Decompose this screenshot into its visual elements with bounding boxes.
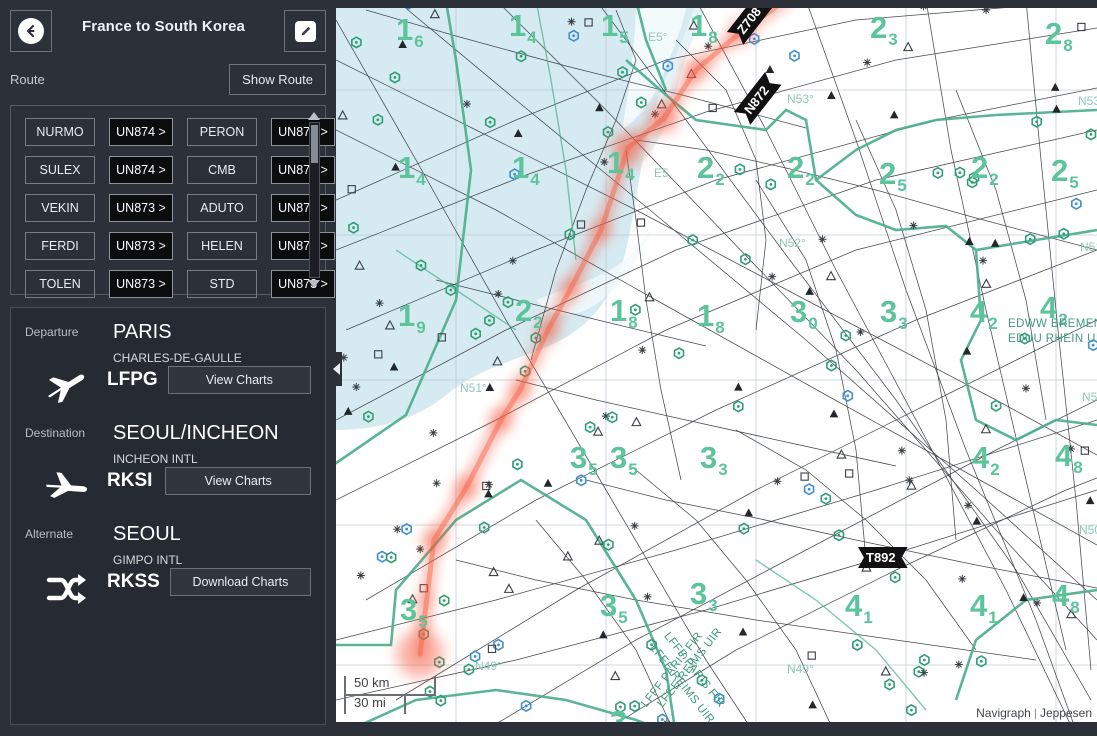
map-attribution: Navigraph | Jeppesen [976,706,1092,720]
route-bar: Route Show Route [0,52,336,101]
airport-block-departure: Departure PARIS CHARLES-DE-GAULLE LFPG V… [25,322,311,409]
airport-role-label: Departure [25,325,79,339]
scroll-up-icon[interactable] [308,112,320,120]
waypoint-chip[interactable]: FERDI [25,232,95,260]
route-waypoint-panel: NURMO UN874 > PERON UN874 > SULEX UN874 … [10,105,335,298]
airway-chip[interactable]: UN874 > [109,118,173,146]
attribution-provider: Navigraph [976,706,1031,720]
enroute-chart-map[interactable]: 16 14 15 18 23 28 14 14 14 22 22 25 22 25 19 22 18 18 30 33… [336,0,1097,736]
map-bottom-mask [336,722,1097,736]
airway-chip[interactable]: UN874 > [271,156,335,184]
chevron-left-icon [332,363,340,375]
airway-chip[interactable]: UN874 > [109,156,173,184]
waypoint-chip[interactable]: VEKIN [25,194,95,222]
airport-role-label: Destination [25,426,86,440]
download-charts-button-alternate[interactable]: Download Charts [169,568,311,596]
airway-chip[interactable]: UN873 > [109,232,173,260]
airway-chip[interactable]: UN873 > [109,270,173,298]
airport-name: CHARLES-DE-GAULLE [113,351,242,365]
map-top-mask [336,0,1097,8]
back-button[interactable] [10,10,52,52]
airport-city: SEOUL [113,523,181,545]
airway-chip[interactable]: UN873 > [271,270,335,298]
waypoint-chip[interactable]: NURMO [25,118,95,146]
plane-arrival-icon [25,466,107,510]
back-arrow-icon [18,18,44,44]
airport-city: PARIS [113,321,172,343]
scroll-down-icon[interactable] [308,280,320,288]
airport-code: LFPG [107,369,158,390]
airport-code: RKSS [107,571,160,592]
shuffle-arrows-icon [25,567,107,611]
view-charts-button-departure[interactable]: View Charts [167,366,311,394]
map-scale-bar: 50 km 30 mi [344,675,440,714]
route-scrollbar[interactable] [307,112,321,288]
view-charts-button-destination[interactable]: View Charts [165,467,311,495]
waypoint-chip[interactable]: SULEX [25,156,95,184]
airport-city: SEOUL/INCHEON [113,422,279,444]
airway-chip[interactable]: UN873 > [271,194,335,222]
show-route-button[interactable]: Show Route [229,64,326,95]
airport-code: RKSI [107,470,153,491]
airway-chip[interactable]: UN873 > [109,194,173,222]
airport-block-alternate: Alternate SEOUL GIMPO INTL RKSS Download… [25,524,311,611]
airport-name: GIMPO INTL [113,553,183,567]
route-waypoint-grid: NURMO UN874 > PERON UN874 > SULEX UN874 … [19,114,335,298]
pencil-edit-icon [294,20,316,42]
waypoint-chip[interactable]: STD [187,270,257,298]
plane-departure-icon [25,365,107,409]
left-sidebar: France to South Korea Route Show Route N… [0,0,342,736]
waypoint-chip[interactable]: TOLEN [25,270,95,298]
sidebar-header: France to South Korea [0,0,336,52]
airport-role-label: Alternate [25,527,74,541]
waypoint-chip[interactable]: HELEN [187,232,257,260]
airport-name: INCHEON INTL [113,452,198,466]
airport-block-destination: Destination SEOUL/INCHEON INCHEON INTL R… [25,423,311,510]
scale-mi-label: 30 mi [354,695,386,710]
scale-km-label: 50 km [354,675,390,690]
attribution-source: Jeppesen [1039,706,1092,720]
waypoint-chip[interactable]: PERON [187,118,257,146]
route-label: Route [10,72,45,87]
scrollbar-thumb[interactable] [310,125,318,163]
waypoint-chip[interactable]: CMB [187,156,257,184]
airway-chip[interactable]: UN873 > [271,232,335,260]
waypoint-chip[interactable]: ADUTO [187,194,257,222]
airway-chip[interactable]: UN874 > [271,118,335,146]
scrollbar-track[interactable] [308,122,320,278]
map-canvas[interactable] [336,0,1097,736]
attribution-separator: | [1033,706,1037,720]
airports-panel: Departure PARIS CHARLES-DE-GAULLE LFPG V… [10,307,326,725]
edit-route-button[interactable] [284,10,326,52]
sidebar-collapse-handle[interactable] [330,352,342,386]
page-title: France to South Korea [82,18,245,35]
